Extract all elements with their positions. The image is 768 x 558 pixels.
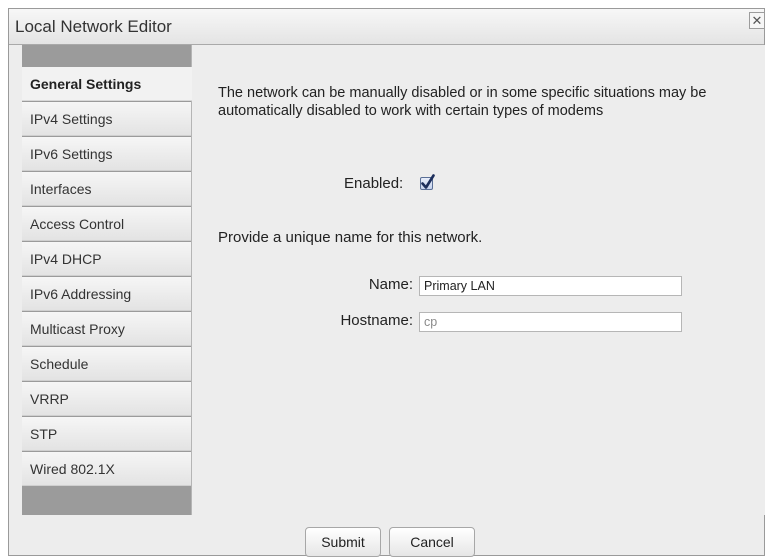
submit-button[interactable]: Submit <box>305 527 381 557</box>
dialog-title: Local Network Editor <box>15 17 172 36</box>
enabled-checkbox[interactable] <box>420 174 435 190</box>
sidebar-item-schedule[interactable]: Schedule <box>22 347 191 381</box>
sidebar-item-ipv6-settings[interactable]: IPv6 Settings <box>22 137 191 171</box>
close-icon[interactable]: ✕ <box>749 12 765 29</box>
name-label: Name: <box>368 276 413 293</box>
sidebar-item-ipv4-settings[interactable]: IPv4 Settings <box>22 102 191 136</box>
name-field[interactable] <box>419 276 682 296</box>
network-disable-description: The network can be manually disabled or … <box>218 85 707 119</box>
sidebar-item-multicast-proxy[interactable]: Multicast Proxy <box>22 312 191 346</box>
sidebar-item-interfaces[interactable]: Interfaces <box>22 172 191 206</box>
cancel-button[interactable]: Cancel <box>389 527 475 557</box>
sidebar-item-general-settings[interactable]: General Settings <box>22 67 202 101</box>
hostname-label: Hostname: <box>340 312 413 329</box>
hostname-field[interactable] <box>419 312 682 332</box>
sidebar-item-access-control[interactable]: Access Control <box>22 207 191 241</box>
sidebar-item-stp[interactable]: STP <box>22 417 191 451</box>
sidebar-item-ipv4-dhcp[interactable]: IPv4 DHCP <box>22 242 191 276</box>
general-settings-panel: The network can be manually disabled or … <box>192 45 765 515</box>
local-network-editor-dialog: Local Network Editor ✕ General Settings … <box>8 8 765 557</box>
sidebar-item-vrrp[interactable]: VRRP <box>22 382 191 416</box>
enabled-label: Enabled: <box>344 175 404 192</box>
sidebar-item-wired-8021x[interactable]: Wired 802.1X <box>22 452 191 486</box>
checkmark-icon <box>421 174 435 189</box>
sidebar-item-ipv6-addressing[interactable]: IPv6 Addressing <box>22 277 191 311</box>
title-bar: Local Network Editor ✕ <box>9 9 765 45</box>
sidebar-nav: General Settings IPv4 Settings IPv6 Sett… <box>22 67 202 487</box>
name-prompt: Provide a unique name for this network. <box>218 229 483 246</box>
sidebar: General Settings IPv4 Settings IPv6 Sett… <box>22 45 202 515</box>
